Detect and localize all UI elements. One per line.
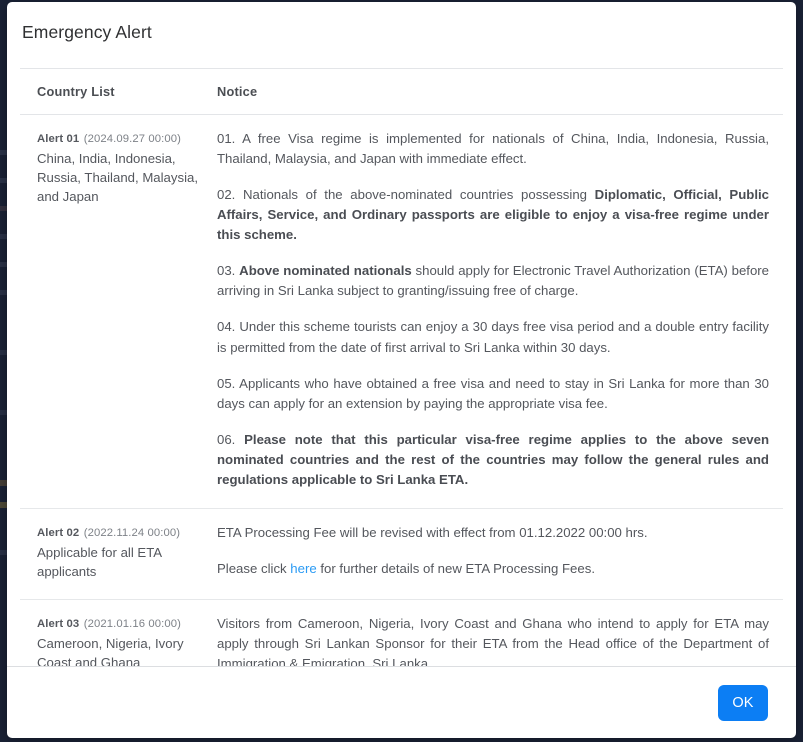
table-header-row: Country List Notice — [20, 69, 783, 115]
ok-button[interactable]: OK — [718, 684, 768, 721]
column-header-notice: Notice — [217, 84, 258, 99]
dialog-footer: OK — [7, 666, 796, 738]
table-row: Alert 02 (2022.11.24 00:00) Applicable f… — [20, 509, 783, 601]
emergency-alert-dialog: Emergency Alert Country List Notice Aler… — [7, 2, 796, 738]
alert-notice: Visitors from Cameroon, Nigeria, Ivory C… — [217, 616, 769, 666]
alert-country-list: China, India, Indonesia, Russia, Thailan… — [37, 151, 199, 205]
alert-heading: Alert 03 (2021.01.16 00:00) — [37, 618, 181, 631]
alert-meta: Alert 03 (2021.01.16 00:00) Cameroon, Ni… — [20, 614, 217, 666]
alert-country-list: Applicable for all ETA applicants — [37, 544, 162, 580]
alert-country-list: Cameroon, Nigeria, Ivory Coast and Ghana — [37, 636, 184, 666]
table-row: Alert 03 (2021.01.16 00:00) Cameroon, Ni… — [20, 600, 783, 666]
alert-notice: ETA Processing Fee will be revised with … — [217, 524, 648, 576]
alerts-table: Country List Notice Alert 01 (2024.09.27… — [7, 69, 796, 666]
table-row: Alert 01 (2024.09.27 00:00) China, India… — [20, 115, 783, 509]
alert-notice: 01. A free Visa regime is implemented fo… — [217, 131, 770, 487]
here-link[interactable]: here — [290, 561, 316, 576]
alert-heading: Alert 01 (2024.09.27 00:00) — [37, 133, 181, 145]
page-title: Emergency Alert — [22, 22, 152, 42]
alert-meta: Alert 02 (2022.11.24 00:00) Applicable f… — [20, 523, 217, 581]
column-header-country-list: Country List — [37, 84, 115, 99]
alert-heading: Alert 02 (2022.11.24 00:00) — [37, 526, 181, 539]
alert-meta: Alert 01 (2024.09.27 00:00) China, India… — [20, 129, 217, 490]
